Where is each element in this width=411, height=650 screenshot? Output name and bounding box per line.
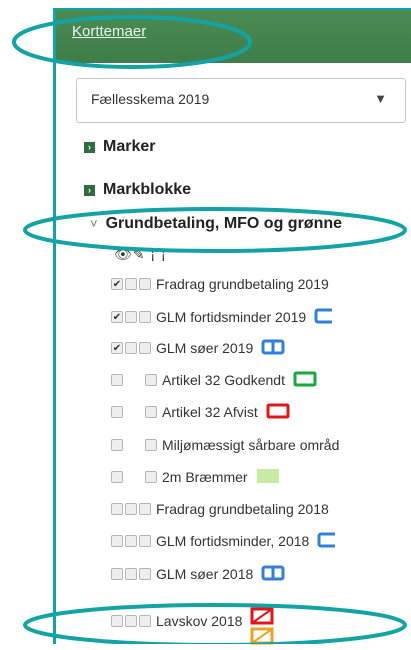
expand-box-icon[interactable]: › <box>84 185 95 196</box>
section-marker-label: Marker <box>103 138 156 155</box>
layer-checkbox[interactable] <box>111 374 123 386</box>
layer-checkbox-tertiary[interactable] <box>139 535 151 547</box>
layer-row[interactable]: 2m Bræmmer <box>111 467 280 487</box>
layer-row[interactable]: GLM fortidsminder, 2018 <box>111 531 341 551</box>
layer-row[interactable]: ✔ GLM søer 2019 <box>111 338 285 358</box>
layer-checkbox[interactable] <box>111 568 123 580</box>
layer-checkbox[interactable]: ✔ <box>111 311 123 323</box>
legend-swatch-icon <box>314 308 338 327</box>
layer-row[interactable]: Artikel 32 Godkendt <box>111 370 317 390</box>
schema-select[interactable]: Fællesskema 2019 ▼ <box>76 78 406 123</box>
layer-checkbox-tertiary[interactable] <box>139 568 151 580</box>
layer-row[interactable]: GLM søer 2018 <box>111 564 285 584</box>
layer-checkbox[interactable] <box>111 503 123 515</box>
legend-swatch-icon <box>317 532 341 551</box>
legend-swatch-icon <box>261 565 285 584</box>
layer-checkbox[interactable] <box>111 471 123 483</box>
layer-checkbox[interactable] <box>111 439 123 451</box>
expand-box-icon[interactable]: › <box>84 142 95 153</box>
layer-label: Artikel 32 Afvist <box>162 404 258 420</box>
layer-label: Miljømæssigt sårbare områd <box>162 437 340 453</box>
korttemaer-link[interactable]: Korttemaer <box>72 23 146 40</box>
layer-row[interactable]: Lavskov 2018 <box>111 607 276 644</box>
layer-label: Artikel 32 Godkendt <box>162 372 285 388</box>
layer-row[interactable]: ✔ GLM fortidsminder 2019 <box>111 307 338 327</box>
layer-checkbox-secondary[interactable] <box>125 342 137 354</box>
layer-checkbox[interactable] <box>111 535 123 547</box>
layer-checkbox-tertiary[interactable] <box>139 615 151 627</box>
section-marker[interactable]: › Marker <box>84 138 155 156</box>
legend-swatch-icon <box>250 593 276 650</box>
section-markblokke-label: Markblokke <box>103 181 192 198</box>
layer-panel: Korttemaer Fællesskema 2019 ▼ › Marker › M… <box>53 8 411 644</box>
layer-checkbox-tertiary[interactable] <box>145 471 157 483</box>
layer-label: GLM søer 2018 <box>156 566 254 582</box>
layer-checkbox-secondary[interactable] <box>125 535 137 547</box>
chevron-down-icon: ▼ <box>374 91 387 106</box>
layer-checkbox[interactable] <box>111 615 123 627</box>
chevron-down-icon[interactable]: ˅ <box>90 216 98 231</box>
layer-checkbox-tertiary[interactable] <box>139 311 151 323</box>
layer-label: Fradrag grundbetaling 2018 <box>156 501 329 517</box>
layer-label: GLM fortidsminder, 2018 <box>156 533 310 549</box>
legend-swatch-icon <box>293 371 317 390</box>
layer-row[interactable]: Miljømæssigt sårbare områd <box>111 435 339 455</box>
legend-swatch-icon <box>266 403 290 422</box>
layer-label: Lavskov 2018 <box>156 613 243 629</box>
layer-label: 2m Bræmmer <box>162 469 248 485</box>
legend-swatch-icon <box>256 468 280 487</box>
layer-row[interactable]: Artikel 32 Afvist <box>111 402 290 422</box>
layer-checkbox-secondary[interactable] <box>125 615 137 627</box>
layer-checkbox-tertiary[interactable] <box>145 406 157 418</box>
layer-checkbox[interactable]: ✔ <box>111 278 123 290</box>
layer-checkbox-secondary[interactable] <box>125 311 137 323</box>
layer-checkbox[interactable] <box>111 406 123 418</box>
section-markblokke[interactable]: › Markblokke <box>84 181 191 199</box>
layer-tools[interactable]: 👁✎ ¡ ¡ <box>114 246 167 263</box>
layer-checkbox-tertiary[interactable] <box>145 439 157 451</box>
layer-checkbox-tertiary[interactable] <box>139 503 151 515</box>
layer-checkbox-tertiary[interactable] <box>145 374 157 386</box>
layer-checkbox[interactable]: ✔ <box>111 342 123 354</box>
section-grundbetaling-label: Grundbetaling, MFO og grønne <box>105 215 343 232</box>
layer-label: Fradrag grundbetaling 2019 <box>156 276 329 292</box>
layer-checkbox-tertiary[interactable] <box>139 278 151 290</box>
legend-swatch-icon <box>261 339 285 358</box>
layer-label: GLM fortidsminder 2019 <box>156 309 307 325</box>
layer-label: GLM søer 2019 <box>156 340 254 356</box>
layer-checkbox-tertiary[interactable] <box>139 342 151 354</box>
schema-select-value: Fællesskema 2019 <box>91 91 210 107</box>
section-grundbetaling[interactable]: ˅ Grundbetaling, MFO og grønne <box>90 215 342 233</box>
layer-checkbox-secondary[interactable] <box>125 503 137 515</box>
panel-header: Korttemaer <box>56 8 411 63</box>
layer-checkbox-secondary[interactable] <box>125 568 137 580</box>
layer-row[interactable]: ✔ Fradrag grundbetaling 2019 <box>111 274 329 294</box>
layer-row[interactable]: Fradrag grundbetaling 2018 <box>111 499 329 519</box>
layer-checkbox-secondary[interactable] <box>125 278 137 290</box>
